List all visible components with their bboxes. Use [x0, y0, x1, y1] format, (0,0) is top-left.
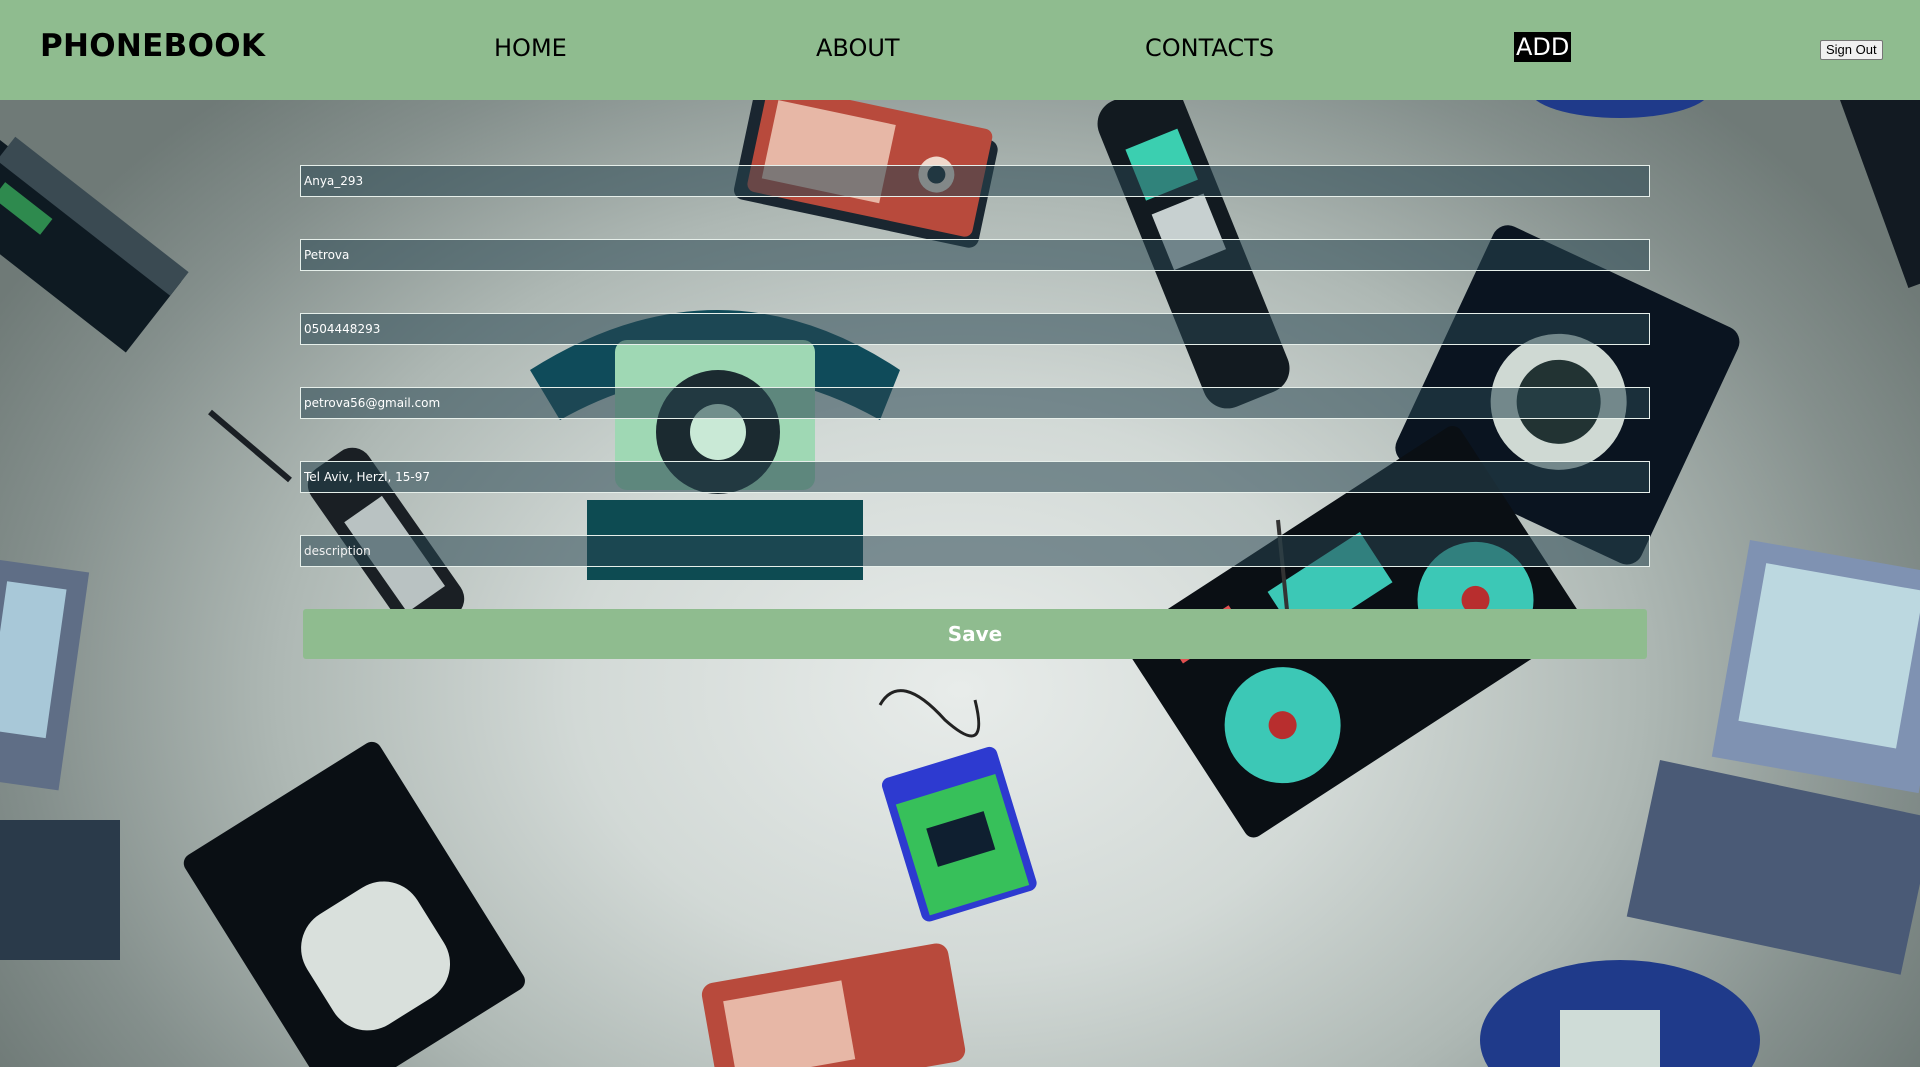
nav-contacts[interactable]: CONTACTS: [1145, 34, 1274, 62]
nav-add[interactable]: ADD: [1514, 32, 1572, 62]
lastname-input[interactable]: [300, 239, 1650, 271]
address-input[interactable]: [300, 461, 1650, 493]
top-navbar: PHONEBOOK HOME ABOUT CONTACTS ADD Sign O…: [0, 0, 1920, 100]
phone-input[interactable]: [300, 313, 1650, 345]
app-logo-text: PHONEBOOK: [40, 28, 266, 64]
background-illustration: [0, 0, 1920, 1067]
sign-out-button[interactable]: Sign Out: [1820, 40, 1883, 60]
save-button[interactable]: Save: [303, 609, 1647, 659]
nav-home[interactable]: HOME: [494, 34, 567, 62]
name-input[interactable]: [300, 165, 1650, 197]
email-input[interactable]: [300, 387, 1650, 419]
description-input[interactable]: [300, 535, 1650, 567]
cassette-player-illustration: [881, 746, 1037, 922]
nav-about[interactable]: ABOUT: [816, 34, 900, 62]
vhs-tape-illustration: [183, 741, 525, 1067]
